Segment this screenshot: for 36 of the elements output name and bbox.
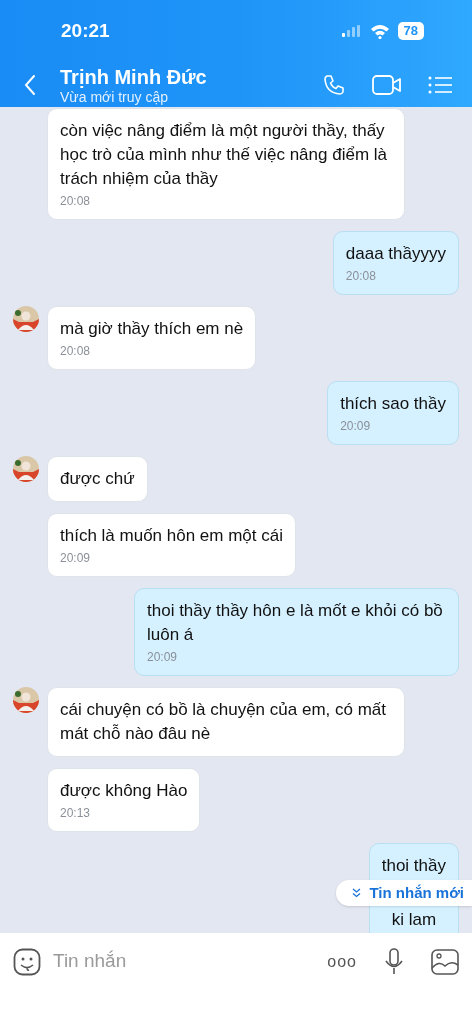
- new-messages-label: Tin nhắn mới: [369, 882, 464, 903]
- message-time: 20:09: [60, 550, 92, 566]
- message-text: thích sao thầy: [340, 393, 446, 415]
- wifi-icon: [369, 23, 390, 39]
- message-input[interactable]: Tin nhắn: [53, 947, 328, 976]
- message-text: cái chuyện có bồ là chuyện của em, có mất mát chỗ nào đâu nè: [60, 699, 387, 745]
- more-button[interactable]: ooo: [327, 949, 357, 974]
- message-time: 20:08: [345, 268, 377, 284]
- message-text: ki lam: [390, 909, 438, 931]
- status-time: 20:21: [61, 18, 110, 43]
- emoji-icon[interactable]: [13, 947, 41, 976]
- message-text: thoi thầy: [381, 855, 446, 877]
- phone-icon[interactable]: [322, 72, 346, 97]
- message-text: thoi thầy thầy hôn e là mốt e khỏi có bồ luôn á: [147, 600, 444, 646]
- message-text: được không Hào: [60, 780, 188, 802]
- message-time: 20:09: [340, 418, 372, 434]
- message-text: còn việc nâng điểm là một người thầy, thấy học trò của mình như thế việc nâng điểm là trách nhiệm của thầy: [60, 120, 388, 190]
- contact-name: Trịnh Minh Đức: [60, 64, 208, 89]
- message-time: 20:13: [60, 805, 92, 821]
- message-time: 20:08: [60, 343, 92, 359]
- image-icon[interactable]: [431, 948, 459, 975]
- double-chevron-icon: [352, 888, 362, 898]
- message-text: daaa thầyyyy: [345, 243, 446, 265]
- microphone-icon[interactable]: [385, 947, 403, 976]
- back-icon[interactable]: [24, 73, 36, 96]
- message-time: 20:09: [147, 649, 179, 665]
- message-time: 20:08: [60, 193, 92, 209]
- battery-level: 78: [397, 22, 424, 40]
- contact-status: Vừa mới truy cập: [60, 88, 170, 105]
- video-call-icon[interactable]: [372, 73, 402, 96]
- menu-icon[interactable]: [428, 74, 452, 95]
- message-text: thích là muốn hôn em một cái: [60, 525, 283, 547]
- signal-icon: [341, 25, 362, 37]
- new-messages-button[interactable]: Tin nhắn mới: [336, 880, 472, 906]
- message-text: mà giờ thầy thích em nè: [60, 318, 244, 340]
- message-text: được chứ: [60, 468, 135, 490]
